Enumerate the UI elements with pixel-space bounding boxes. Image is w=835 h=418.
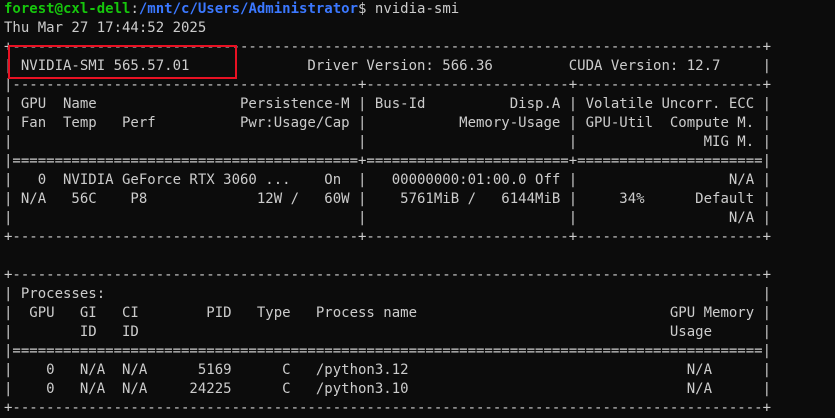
table-double-separator: |=======================================…	[4, 153, 772, 169]
prompt-path: /mnt/c/Users/Administrator	[138, 1, 359, 17]
table-border-bottom: +---------------------------------------…	[4, 229, 772, 245]
version-row: | NVIDIA-SMI 565.57.01 Driver Version: 5…	[4, 58, 772, 74]
prompt-user-host: forest@cxl-dell	[4, 1, 131, 17]
processes-border-bottom: +---------------------------------------…	[4, 400, 772, 416]
terminal-window[interactable]: forest@cxl-dell:/mnt/c/Users/Administrat…	[4, 0, 835, 418]
process-row-2: | 0 N/A N/A 24225 C /python3.10 N/A |	[4, 381, 772, 397]
process-row-1: | 0 N/A N/A 5169 C /python3.12 N/A |	[4, 362, 772, 378]
gpu-row-2: | N/A 56C P8 12W / 60W | 5761MiB / 6144M…	[4, 191, 772, 207]
prompt-line: forest@cxl-dell:/mnt/c/Users/Administrat…	[4, 0, 835, 19]
processes-border-top: +---------------------------------------…	[4, 267, 772, 283]
command-text: nvidia-smi	[374, 1, 460, 17]
prompt-symbol: $	[358, 1, 375, 17]
table-border-top: +---------------------------------------…	[4, 39, 772, 55]
processes-title: | Processes: |	[4, 286, 772, 302]
gpu-row-1: | 0 NVIDIA GeForce RTX 3060 ... On | 000…	[4, 172, 772, 188]
processes-header-1: | GPU GI CI PID Type Process name GPU Me…	[4, 305, 772, 321]
header-row-2: | Fan Temp Perf Pwr:Usage/Cap | Memory-U…	[4, 115, 772, 131]
processes-double-separator: |=======================================…	[4, 343, 772, 359]
header-row-3: | | | MIG M. |	[4, 134, 772, 150]
table-separator: |---------------------------------------…	[4, 77, 772, 93]
timestamp-line: Thu Mar 27 17:44:52 2025	[4, 20, 207, 36]
processes-header-2: | ID ID Usage |	[4, 324, 772, 340]
header-row-1: | GPU Name Persistence-M | Bus-Id Disp.A…	[4, 96, 772, 112]
prompt-separator: :	[130, 1, 139, 17]
gpu-row-3: | | | N/A |	[4, 210, 772, 226]
